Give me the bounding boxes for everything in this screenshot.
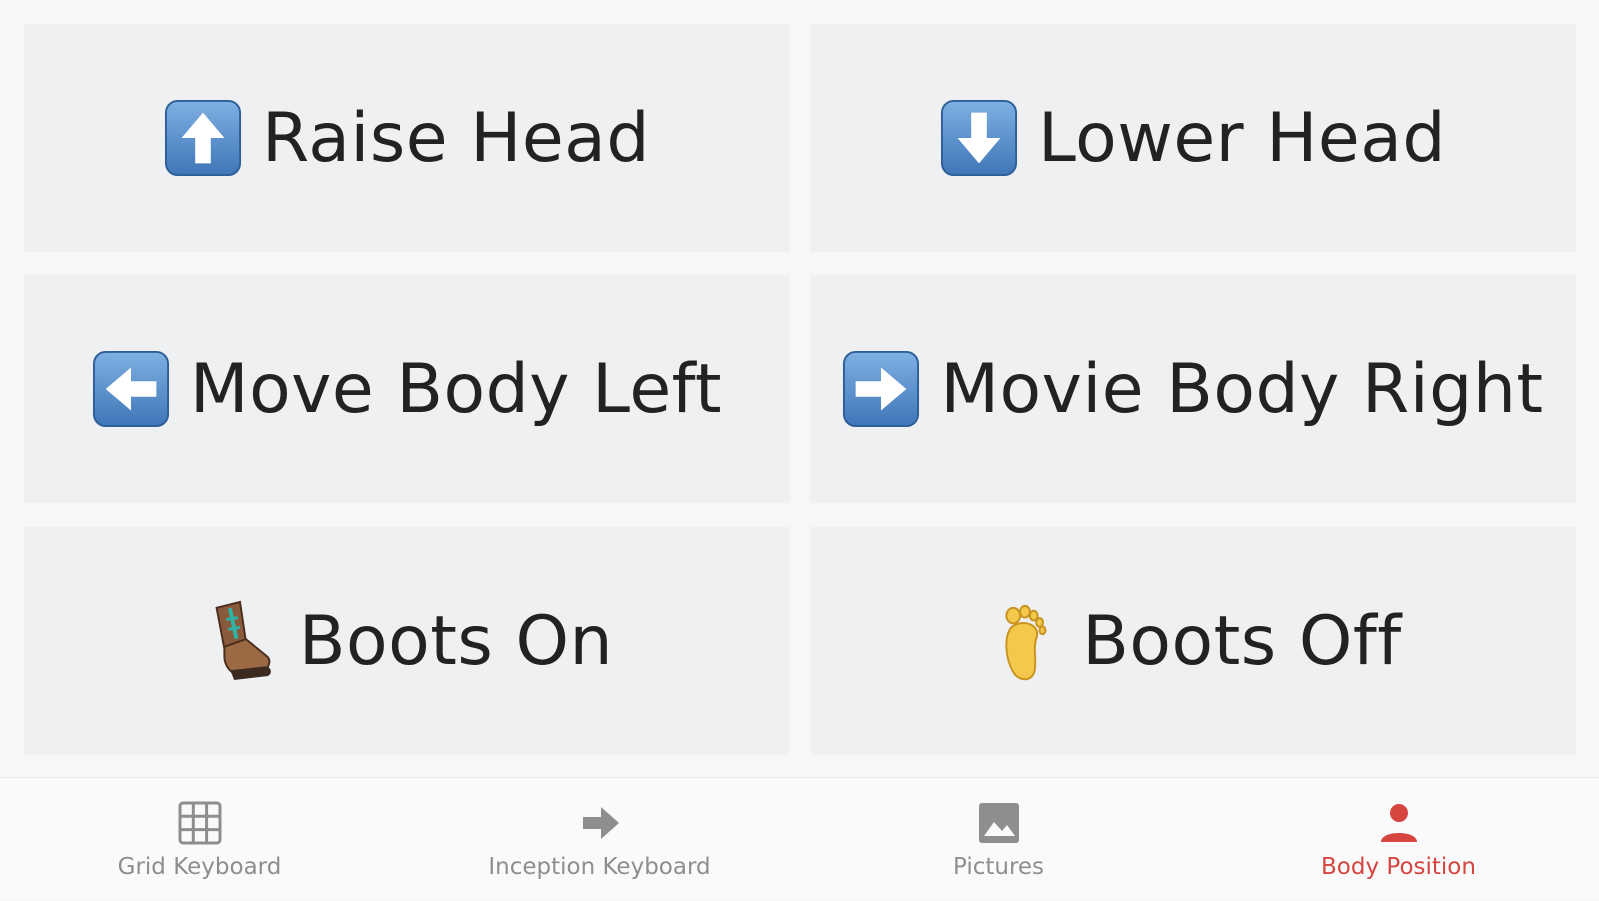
boots-on-button[interactable]: Boots On — [24, 527, 790, 755]
tile-label: Move Body Left — [189, 349, 723, 429]
tab-body-position[interactable]: Body Position — [1199, 778, 1598, 901]
footprint-icon — [984, 598, 1062, 684]
phrase-grid: Raise Head Lower Head Move Body Left Mov… — [0, 0, 1599, 777]
tab-pictures[interactable]: Pictures — [799, 778, 1198, 901]
tab-grid-keyboard[interactable]: Grid Keyboard — [0, 778, 399, 901]
image-icon — [976, 800, 1022, 846]
move-body-left-button[interactable]: Move Body Left — [24, 275, 790, 503]
tab-label: Body Position — [1321, 854, 1476, 880]
hiking-boot-icon — [201, 598, 279, 684]
right-arrow-icon — [842, 350, 920, 428]
arrow-right-icon — [577, 800, 623, 846]
tab-label: Inception Keyboard — [488, 854, 711, 880]
tab-label: Grid Keyboard — [117, 854, 282, 880]
tile-label: Movie Body Right — [940, 349, 1544, 429]
lower-head-button[interactable]: Lower Head — [810, 24, 1576, 252]
down-arrow-icon — [940, 99, 1018, 177]
tile-label: Boots Off — [1082, 601, 1402, 681]
tile-label: Lower Head — [1037, 98, 1447, 178]
tab-label: Pictures — [952, 854, 1045, 880]
person-icon — [1376, 800, 1422, 846]
move-body-right-button[interactable]: Movie Body Right — [810, 275, 1576, 503]
boots-off-button[interactable]: Boots Off — [810, 527, 1576, 755]
raise-head-button[interactable]: Raise Head — [24, 24, 790, 252]
bottom-navigation: Grid Keyboard Inception Keyboard Picture… — [0, 777, 1599, 900]
tile-label: Raise Head — [262, 98, 650, 178]
up-arrow-icon — [164, 99, 242, 177]
tile-label: Boots On — [298, 601, 614, 681]
left-arrow-icon — [92, 350, 170, 428]
tab-inception-keyboard[interactable]: Inception Keyboard — [400, 778, 799, 901]
grid-icon — [177, 800, 223, 846]
